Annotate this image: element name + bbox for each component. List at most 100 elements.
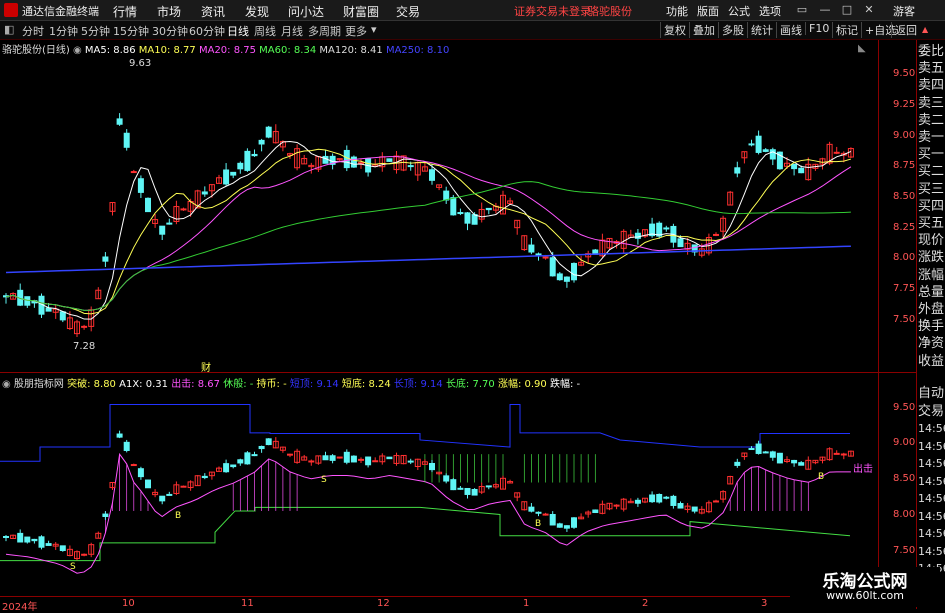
indicator-candle-body <box>116 433 123 438</box>
candle-body <box>137 178 144 193</box>
window-menu-icon[interactable]: ▭ <box>795 3 809 17</box>
x-tick: 2024年 <box>2 602 38 613</box>
y-tick: 7.50 <box>893 314 916 325</box>
buy-marker: B <box>818 472 825 482</box>
y-tick: 9.50 <box>893 402 916 413</box>
indicator-candle-body <box>166 493 173 496</box>
app-logo-icon <box>4 3 18 17</box>
close-icon[interactable]: ✕ <box>862 3 876 17</box>
tab-weekly[interactable]: 周线 <box>254 23 276 39</box>
tab-30min[interactable]: 30分钟 <box>152 23 188 39</box>
tab-timeshare[interactable]: 分时 <box>22 23 44 39</box>
candle-body <box>634 232 641 239</box>
more-dropdown-icon[interactable]: ▾ <box>371 23 377 36</box>
tab-multi-period[interactable]: 多周期 <box>308 23 341 39</box>
indicator-candle-body <box>713 500 719 503</box>
adjust-button[interactable]: 复权 <box>660 22 689 38</box>
side-tab-icon[interactable]: ▲ <box>922 26 928 34</box>
toolbar-left-icon[interactable]: ◧ <box>4 23 14 36</box>
candle-body <box>166 222 173 225</box>
candle-body <box>528 244 535 253</box>
menu-bar: 通达信金融终端 行情 市场 资讯 发现 问小达 财富圈 交易 证券交易未登录 骆… <box>0 0 945 21</box>
indicator-candle-body <box>762 451 769 454</box>
back-button[interactable]: 返回 <box>891 22 920 38</box>
minimize-icon[interactable]: — <box>818 3 832 17</box>
candle-body <box>59 311 66 321</box>
overlay-button[interactable]: 叠加 <box>689 22 718 38</box>
tick-time: 14:56 <box>918 544 945 558</box>
indicator-chart[interactable] <box>0 388 878 596</box>
side-panel-item: 买三 <box>918 181 945 197</box>
candle-body <box>464 212 471 224</box>
indicator-candle-body <box>17 532 24 543</box>
candle-body <box>677 238 684 248</box>
indicator-candle-body <box>755 443 762 454</box>
maximize-icon[interactable]: □ <box>840 3 854 17</box>
y-tick: 8.25 <box>893 222 916 233</box>
side-panel-item: 买二 <box>918 164 945 180</box>
sell-marker: S <box>70 562 76 572</box>
indicator-candle-body <box>201 475 208 479</box>
candlestick-chart[interactable] <box>0 52 878 372</box>
menu-options[interactable]: 选项 <box>759 3 781 19</box>
indicator-candle-body <box>159 495 166 502</box>
candle-body <box>322 155 329 164</box>
side-panel-item: 交易 <box>918 403 945 419</box>
tab-15min[interactable]: 15分钟 <box>113 23 149 39</box>
y-tick: 8.75 <box>893 160 916 171</box>
multi-stock-button[interactable]: 多股 <box>718 22 747 38</box>
tab-daily[interactable]: 日线 <box>227 23 249 39</box>
f10-button[interactable]: F10 <box>805 22 832 35</box>
candle-body <box>407 165 414 168</box>
candle-body <box>265 126 272 138</box>
buy-marker: B <box>535 519 542 529</box>
tab-60min[interactable]: 60分钟 <box>189 23 225 39</box>
tab-more[interactable]: 更多 <box>345 23 367 39</box>
indicator-candle-body <box>102 513 109 517</box>
indicator-candle-body <box>791 459 798 464</box>
stock-link[interactable]: 骆驼股份 <box>588 3 632 19</box>
menu-news[interactable]: 资讯 <box>201 3 225 20</box>
menu-formula[interactable]: 公式 <box>728 3 750 19</box>
indicator-candle-body <box>308 460 315 463</box>
tick-time: 14:56 <box>918 509 945 523</box>
candle-body <box>471 214 478 225</box>
candle-body <box>251 153 258 157</box>
menu-discover[interactable]: 发现 <box>245 3 269 20</box>
indicator-candle-body <box>748 448 755 451</box>
guest-button[interactable]: 游客 <box>893 3 915 19</box>
candle-body <box>450 197 457 216</box>
login-notice[interactable]: 证券交易未登录 <box>514 3 591 19</box>
tab-1min[interactable]: 1分钟 <box>49 23 78 39</box>
indicator-candle-body <box>471 488 478 496</box>
indicator-candle-body <box>429 462 435 471</box>
y-tick: 8.50 <box>893 191 916 202</box>
menu-function[interactable]: 功能 <box>666 3 688 19</box>
menu-ask[interactable]: 问小达 <box>288 3 324 20</box>
draw-button[interactable]: 画线 <box>776 22 805 38</box>
indicator-candle-body <box>3 536 9 539</box>
y-tick: 8.00 <box>893 509 916 520</box>
tab-monthly[interactable]: 月线 <box>281 23 303 39</box>
menu-layout[interactable]: 版面 <box>697 3 719 19</box>
indicator-candle-body <box>450 479 457 491</box>
indicator-candle-body <box>322 455 329 461</box>
indicator-candle-body <box>656 493 663 503</box>
stats-button[interactable]: 统计 <box>747 22 776 38</box>
tick-time: 14:56 <box>918 457 945 470</box>
candle-body <box>429 169 435 181</box>
tick-time: 14:56 <box>918 439 945 453</box>
menu-market[interactable]: 市场 <box>157 3 181 20</box>
candle-body <box>755 135 762 153</box>
y-tick: 9.00 <box>893 130 916 141</box>
x-tick: 10 <box>122 598 135 609</box>
menu-quotes[interactable]: 行情 <box>113 3 137 20</box>
indicator-candle-body <box>343 451 350 463</box>
menu-trade[interactable]: 交易 <box>396 3 420 20</box>
mark-button[interactable]: 标记 <box>832 22 861 38</box>
indicator-candle-body <box>798 462 805 466</box>
financial-report-marker[interactable]: 财 <box>201 359 211 374</box>
x-tick: 11 <box>241 598 254 609</box>
menu-wealth[interactable]: 财富圈 <box>343 3 379 20</box>
tab-5min[interactable]: 5分钟 <box>81 23 110 39</box>
